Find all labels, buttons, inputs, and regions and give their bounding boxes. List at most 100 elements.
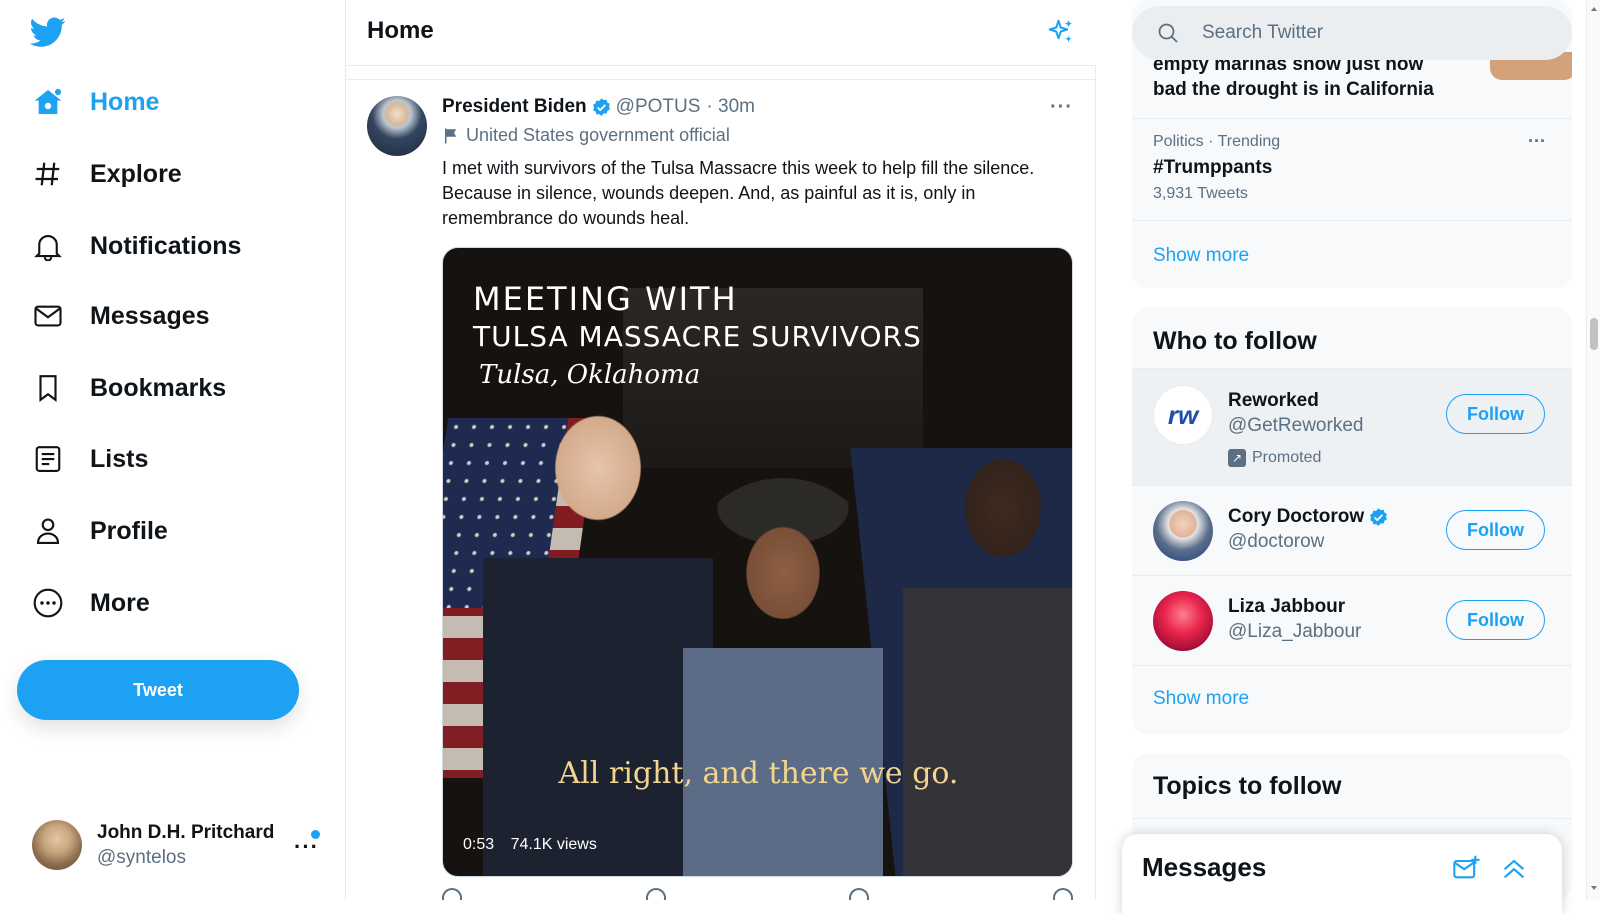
tweet-handle[interactable]: @POTUS — [616, 96, 701, 118]
who-to-follow-panel: Who to follow rw Reworked @GetReworked ↗… — [1132, 307, 1572, 734]
messages-dock[interactable]: Messages — [1122, 834, 1562, 914]
suggestion-handle: @GetReworked — [1228, 415, 1364, 436]
panel-title: Topics to follow — [1153, 772, 1342, 800]
suggestion-name: Reworked — [1228, 390, 1319, 412]
trend-context: Politics · Trending — [1153, 133, 1281, 150]
new-message-icon[interactable] — [1452, 854, 1480, 882]
video-caption: All right, and there we go. — [558, 756, 959, 791]
list-icon — [30, 441, 66, 477]
who-to-follow-footer: Show more — [1132, 665, 1572, 734]
account-handle: @syntelos — [97, 847, 186, 868]
tweet-header: President Biden @POTUS · 30m — [442, 96, 755, 118]
video-views: 74.1K views — [510, 836, 597, 853]
follow-suggestion[interactable]: rw Reworked @GetReworked ↗ Promoted Follo… — [1132, 368, 1572, 485]
scroll-down-arrow-icon[interactable] — [1591, 886, 1597, 893]
nav-label: Lists — [90, 444, 149, 473]
trend-item[interactable]: Politics · Trending #Trumppants 3,931 Tw… — [1132, 118, 1572, 218]
reply-icon[interactable] — [442, 888, 462, 900]
trend-title: #Trumppants — [1153, 157, 1273, 178]
nav-messages[interactable]: Messages — [30, 288, 210, 344]
share-icon[interactable] — [1052, 888, 1073, 900]
tweet-avatar[interactable] — [367, 96, 427, 156]
nav-label: Bookmarks — [90, 373, 227, 402]
video-overlay-title: MEETING WITH — [473, 280, 738, 318]
account-name: John D.H. Pritchard — [97, 822, 275, 843]
suggestion-name: Liza Jabbour — [1228, 596, 1345, 618]
follow-suggestion[interactable]: Liza Jabbour @Liza_Jabbour Follow — [1132, 575, 1572, 665]
notification-dot — [311, 830, 320, 839]
avatar[interactable] — [1153, 501, 1213, 561]
follow-suggestion[interactable]: Cory Doctorow @doctorow Follow — [1132, 485, 1572, 575]
trend-count: 3,931 Tweets — [1153, 185, 1248, 202]
suggestion-name-text: Liza Jabbour — [1228, 596, 1346, 617]
twitter-bird-logo-icon[interactable] — [28, 14, 68, 50]
expand-up-icon[interactable] — [1500, 854, 1528, 882]
nav-profile[interactable]: Profile — [30, 503, 168, 559]
follow-button[interactable]: Follow — [1446, 510, 1545, 550]
promoted-icon: ↗ — [1228, 449, 1246, 467]
nav-home[interactable]: Home — [30, 74, 159, 130]
tweet-video[interactable]: MEETING WITH TULSA MASSACRE SURVIVORS Tu… — [442, 247, 1073, 877]
envelope-icon — [30, 298, 66, 334]
scrollbar-thumb[interactable] — [1590, 318, 1598, 350]
page-scrollbar[interactable] — [1586, 0, 1600, 900]
video-overlay-location: Tulsa, Oklahoma — [479, 360, 701, 390]
person-icon — [30, 513, 66, 549]
search-input[interactable] — [1202, 22, 1542, 44]
nav-label: Messages — [90, 301, 210, 330]
account-switcher[interactable]: John D.H. Pritchard @syntelos ··· — [32, 820, 332, 870]
like-icon[interactable] — [849, 888, 870, 900]
suggestion-handle: @Liza_Jabbour — [1228, 621, 1362, 642]
timeline-header: Home — [346, 0, 1096, 66]
tweet-actions — [442, 888, 1073, 900]
bookmark-icon — [30, 370, 66, 406]
flag-icon — [445, 128, 457, 143]
tweet-time[interactable]: · 30m — [706, 96, 755, 118]
search-icon — [1158, 23, 1178, 43]
avatar — [32, 820, 82, 870]
divider — [1132, 818, 1572, 819]
tweet-author-name[interactable]: President Biden — [442, 96, 587, 118]
video-overlay-subtitle: TULSA MASSACRE SURVIVORS — [473, 320, 922, 353]
suggestion-name-text: Cory Doctorow — [1228, 506, 1365, 527]
video-person — [903, 418, 1072, 876]
tweet-more-icon[interactable]: ··· — [1050, 96, 1073, 119]
nav-label: Home — [90, 87, 160, 116]
who-to-follow-show-more-link[interactable]: Show more — [1153, 688, 1249, 710]
verified-badge-icon — [1370, 507, 1388, 526]
nav-more[interactable]: More — [30, 575, 150, 631]
trends-footer: Show more — [1132, 220, 1572, 288]
nav-bookmarks[interactable]: Bookmarks — [30, 360, 226, 416]
follow-button[interactable]: Follow — [1446, 600, 1545, 640]
sparkle-icon[interactable] — [1046, 17, 1076, 47]
right-sidebar: empty marinas show just how bad the drou… — [1096, 0, 1600, 900]
retweet-icon[interactable] — [645, 888, 666, 900]
nav-label: More — [90, 588, 150, 617]
video-meta: 0:53 74.1K views — [463, 836, 609, 854]
avatar[interactable]: rw — [1153, 385, 1213, 445]
avatar[interactable] — [1153, 591, 1213, 651]
trends-show-more-link[interactable]: Show more — [1153, 245, 1249, 267]
nav-explore[interactable]: Explore — [30, 146, 182, 202]
suggestion-name-text: Reworked — [1228, 390, 1319, 411]
verified-badge-icon — [592, 97, 610, 116]
messages-dock-title: Messages — [1142, 852, 1267, 882]
promoted-text: Promoted — [1252, 449, 1322, 466]
search-bar[interactable] — [1132, 6, 1572, 60]
main-timeline: Home President Biden @POTUS · 30m ··· Un… — [346, 0, 1096, 900]
follow-button[interactable]: Follow — [1446, 394, 1545, 434]
nav-notifications[interactable]: Notifications — [30, 218, 241, 274]
trend-more-icon[interactable]: ··· — [1528, 131, 1546, 152]
suggestion-handle: @doctorow — [1228, 531, 1325, 552]
tweet-button[interactable]: Tweet — [17, 660, 299, 720]
panel-title: Who to follow — [1153, 327, 1317, 355]
nav-label: Notifications — [90, 231, 242, 260]
scroll-up-arrow-icon[interactable] — [1591, 4, 1597, 11]
home-icon — [30, 84, 66, 120]
tweet[interactable]: President Biden @POTUS · 30m ··· United … — [346, 80, 1096, 900]
video-person — [683, 478, 883, 876]
promoted-label: ↗ Promoted — [1228, 449, 1321, 467]
government-label: United States government official — [442, 125, 730, 146]
nav-lists[interactable]: Lists — [30, 431, 148, 487]
video-duration: 0:53 — [463, 836, 495, 853]
